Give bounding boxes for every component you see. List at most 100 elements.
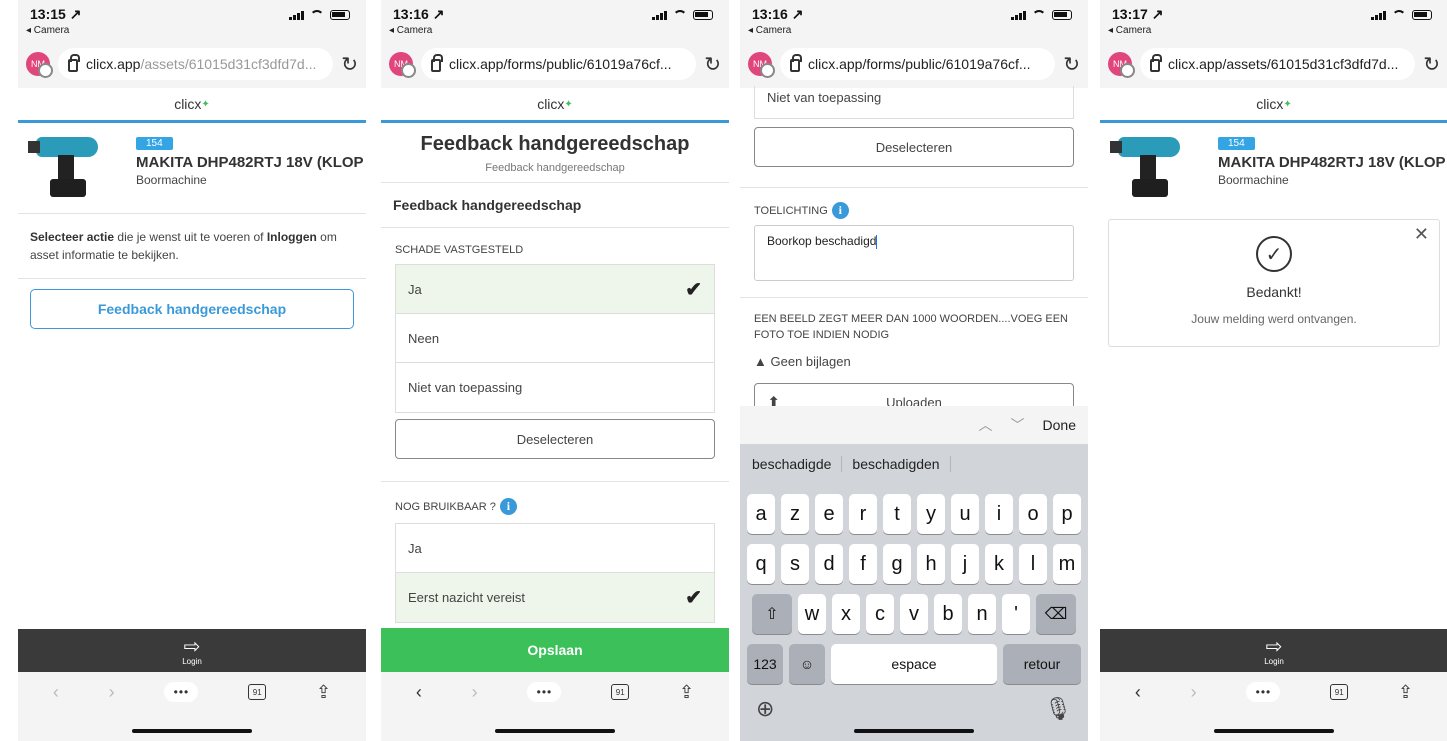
status-icons	[652, 10, 713, 20]
form-title: Feedback handgereedschap	[420, 133, 690, 155]
forward-icon[interactable]: ›	[109, 682, 115, 703]
suggestion-2[interactable]: beschadigden	[842, 456, 951, 472]
letter-key[interactable]: p	[1053, 494, 1081, 534]
microphone-icon[interactable]: 🎙︎	[1044, 696, 1072, 722]
tabs-icon[interactable]: 91	[248, 684, 267, 700]
key-row-1: azertyuiop	[740, 494, 1088, 534]
globe-icon[interactable]: ⊕	[756, 696, 774, 722]
previous-field-icon[interactable]: ︿	[979, 415, 993, 435]
address-bar[interactable]: clicx.app/assets/61015d31cf3dfd7d...	[1140, 48, 1416, 80]
forward-icon[interactable]: ›	[1191, 682, 1197, 703]
letter-key[interactable]: n	[968, 594, 996, 634]
next-field-icon[interactable]: ﹀	[1011, 415, 1025, 435]
back-to-camera-link[interactable]: ◂ Camera	[389, 25, 432, 36]
app-logo: clicx	[1256, 96, 1284, 112]
login-bar[interactable]: ⇨ Login	[1100, 629, 1447, 673]
back-icon[interactable]: ‹	[416, 682, 422, 703]
option-usable-check-required[interactable]: Eerst nazicht vereist ✔	[396, 573, 714, 622]
letter-key[interactable]: d	[815, 544, 843, 584]
back-to-camera-link[interactable]: ◂ Camera	[748, 25, 791, 36]
avatar[interactable]: NM	[1108, 52, 1135, 78]
reload-icon[interactable]: ↻	[1063, 52, 1080, 77]
address-bar[interactable]: clicx.app/forms/public/61019a76cf...	[780, 48, 1056, 80]
option-damage-nvt[interactable]: Niet van toepassing	[396, 363, 714, 412]
letter-key[interactable]: g	[883, 544, 911, 584]
letter-key[interactable]: j	[951, 544, 979, 584]
more-icon[interactable]: •••	[164, 682, 199, 702]
signal-icon	[652, 10, 667, 20]
deselect-button[interactable]: Deselecteren	[754, 127, 1074, 167]
numbers-key[interactable]: 123	[747, 644, 783, 684]
letter-key[interactable]: v	[900, 594, 928, 634]
toelichting-textarea[interactable]: Boorkop beschadigd	[754, 225, 1074, 281]
feedback-action-button[interactable]: Feedback handgereedschap	[30, 289, 354, 329]
avatar[interactable]: NM	[748, 52, 775, 78]
reload-icon[interactable]: ↻	[704, 52, 721, 77]
letter-key[interactable]: z	[781, 494, 809, 534]
letter-key[interactable]: h	[917, 544, 945, 584]
back-icon[interactable]: ‹	[53, 682, 59, 703]
letter-key[interactable]: '	[1002, 594, 1030, 634]
tabs-icon[interactable]: 91	[1330, 684, 1349, 700]
option-label: Ja	[408, 281, 422, 297]
letter-key[interactable]: y	[917, 494, 945, 534]
back-icon[interactable]: ‹	[1135, 682, 1141, 703]
share-icon[interactable]: ⇪	[1398, 682, 1413, 703]
deselect-button[interactable]: Deselecteren	[395, 419, 715, 459]
address-bar[interactable]: clicx.app/forms/public/61019a76cf...	[421, 48, 697, 80]
back-to-camera-link[interactable]: ◂ Camera	[1108, 25, 1151, 36]
more-icon[interactable]: •••	[527, 682, 562, 702]
letter-key[interactable]: c	[866, 594, 894, 634]
letter-key[interactable]: x	[832, 594, 860, 634]
letter-key[interactable]: q	[747, 544, 775, 584]
space-key[interactable]: espace	[831, 644, 997, 684]
save-button[interactable]: Opslaan	[381, 628, 729, 672]
option-damage-ja[interactable]: Ja ✔	[396, 265, 714, 314]
letter-key[interactable]: w	[798, 594, 826, 634]
no-attachments-text: Geen bijlagen	[770, 353, 851, 369]
home-indicator	[132, 729, 252, 733]
instruction-login-link[interactable]: Inloggen	[267, 230, 317, 244]
battery-icon	[693, 10, 713, 20]
reload-icon[interactable]: ↻	[341, 52, 358, 77]
login-bar[interactable]: ⇨ Login	[18, 629, 366, 673]
letter-key[interactable]: e	[815, 494, 843, 534]
forward-icon[interactable]: ›	[472, 682, 478, 703]
letter-key[interactable]: t	[883, 494, 911, 534]
return-key[interactable]: retour	[1003, 644, 1081, 684]
app-header: clicx ✦	[1100, 88, 1447, 123]
back-to-camera-link[interactable]: ◂ Camera	[26, 25, 69, 36]
letter-key[interactable]: o	[1019, 494, 1047, 534]
emoji-key[interactable]: ☺	[789, 644, 825, 684]
browser-url-row: NM clicx.app/forms/public/61019a76cf... …	[740, 40, 1088, 88]
letter-key[interactable]: i	[985, 494, 1013, 534]
letter-key[interactable]: s	[781, 544, 809, 584]
letter-key[interactable]: f	[849, 544, 877, 584]
letter-key[interactable]: l	[1019, 544, 1047, 584]
avatar[interactable]: NM	[26, 52, 53, 78]
letter-key[interactable]: m	[1053, 544, 1081, 584]
done-button[interactable]: Done	[1043, 417, 1076, 433]
avatar[interactable]: NM	[389, 52, 416, 78]
shift-key[interactable]: ⇧	[752, 594, 792, 634]
option-damage-neen[interactable]: Neen	[396, 314, 714, 363]
letter-key[interactable]: k	[985, 544, 1013, 584]
tabs-icon[interactable]: 91	[611, 684, 630, 700]
close-icon[interactable]: ✕	[1414, 224, 1429, 245]
suggestion-1[interactable]: beschadigde	[752, 456, 843, 472]
info-icon[interactable]: i	[499, 498, 517, 515]
option-usable-ja[interactable]: Ja	[396, 524, 714, 573]
option-label: Ja	[408, 540, 422, 556]
share-icon[interactable]: ⇪	[679, 682, 694, 703]
letter-key[interactable]: r	[849, 494, 877, 534]
reload-icon[interactable]: ↻	[1423, 52, 1440, 77]
delete-key[interactable]: ⌫	[1036, 594, 1076, 634]
letter-key[interactable]: u	[951, 494, 979, 534]
option-nvt[interactable]: Niet van toepassing	[755, 86, 1073, 118]
share-icon[interactable]: ⇪	[316, 682, 331, 703]
letter-key[interactable]: b	[934, 594, 962, 634]
info-icon[interactable]: i	[831, 202, 849, 219]
more-icon[interactable]: •••	[1246, 682, 1281, 702]
address-bar[interactable]: clicx.app/assets/61015d31cf3dfd7d...	[58, 48, 334, 80]
letter-key[interactable]: a	[747, 494, 775, 534]
